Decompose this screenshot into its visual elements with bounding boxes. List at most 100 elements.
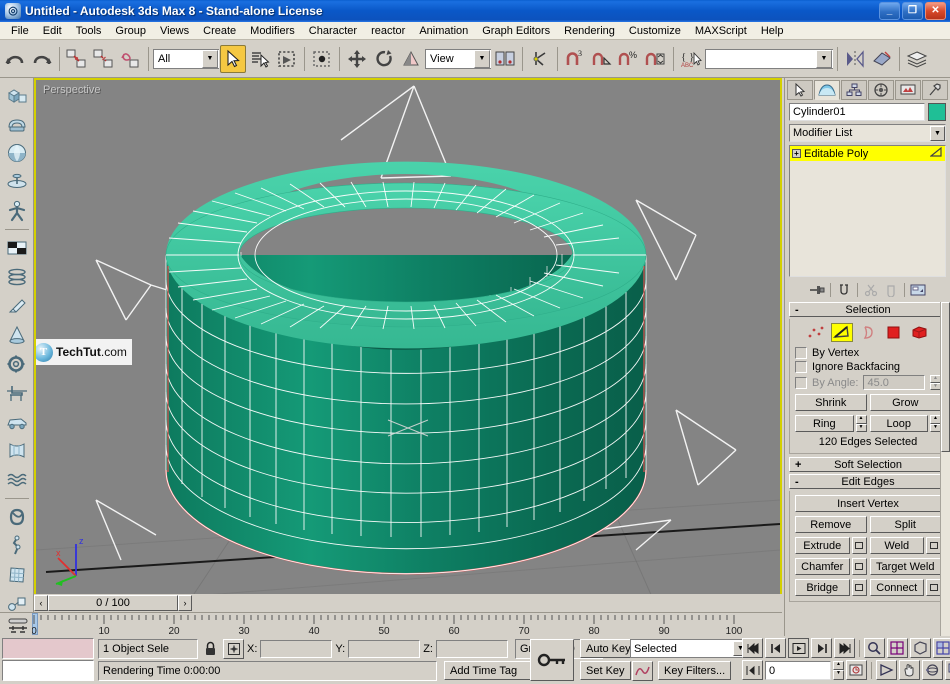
absolute-relative-transform-button[interactable] — [223, 638, 244, 659]
field-of-view-button[interactable] — [876, 660, 897, 680]
perspective-viewport[interactable]: Perspective T TechTut.com z x — [34, 78, 782, 608]
time-slider[interactable]: 0 / 100 — [48, 595, 178, 611]
display-tab[interactable] — [895, 80, 921, 100]
eraser-tool-button[interactable] — [3, 292, 31, 320]
grow-button[interactable]: Grow — [869, 394, 941, 411]
y-coord-field[interactable] — [348, 639, 421, 658]
menu-item-group[interactable]: Group — [108, 24, 153, 38]
menu-item-tools[interactable]: Tools — [69, 24, 109, 38]
menu-item-help[interactable]: Help — [754, 24, 791, 38]
modifier-stack[interactable]: + Editable Poly — [789, 145, 946, 277]
soft-selection-rollout-header[interactable]: + Soft Selection — [789, 457, 947, 472]
menu-item-file[interactable]: File — [4, 24, 36, 38]
pin-stack-button[interactable] — [808, 281, 826, 299]
window-crossing-button[interactable] — [309, 44, 335, 73]
mirror-axis-button[interactable] — [527, 44, 553, 73]
coil-spring-button[interactable] — [3, 263, 31, 291]
by-angle-checkbox[interactable] — [795, 376, 807, 389]
select-and-move-button[interactable] — [344, 44, 370, 73]
show-end-result-button[interactable] — [835, 281, 853, 299]
by-angle-field[interactable]: 45.0 — [863, 375, 925, 390]
telephone-object-button[interactable] — [3, 110, 31, 138]
zoom-button[interactable] — [864, 638, 885, 658]
connect-settings-button[interactable] — [926, 579, 941, 596]
menu-item-animation[interactable]: Animation — [412, 24, 475, 38]
spinner-snap-toggle-button[interactable] — [643, 44, 669, 73]
angle-snap-toggle-button[interactable] — [589, 44, 615, 73]
auto-key-button[interactable]: Auto Key — [580, 639, 637, 658]
remove-modifier-button[interactable] — [882, 281, 900, 299]
chair-object-button[interactable] — [3, 379, 31, 407]
listener-input-white[interactable] — [2, 660, 94, 681]
select-and-scale-button[interactable] — [398, 44, 424, 73]
car-object-button[interactable] — [3, 408, 31, 436]
spinner-up-icon[interactable]: ▲ — [833, 660, 844, 670]
rollout-toggle-icon[interactable]: + — [795, 459, 801, 471]
ignore-backfacing-checkbox-row[interactable]: Ignore Backfacing — [795, 361, 941, 373]
object-name-field[interactable]: Cylinder01 — [789, 103, 925, 121]
set-key-button[interactable]: Set Key — [580, 661, 631, 680]
create-tab[interactable] — [787, 80, 813, 100]
go-to-start-button[interactable] — [742, 638, 763, 658]
loop-button[interactable]: Loop — [869, 415, 928, 432]
time-configuration-button[interactable] — [846, 660, 867, 680]
maximize-button[interactable]: ❐ — [902, 2, 923, 20]
go-to-end-button[interactable] — [834, 638, 855, 658]
redo-button[interactable] — [29, 44, 55, 73]
remove-button[interactable]: Remove — [795, 516, 867, 533]
key-mode-toggle-button[interactable] — [742, 660, 763, 680]
use-pivot-point-center-button[interactable] — [492, 44, 518, 73]
cloth-sim-button[interactable] — [3, 561, 31, 589]
split-button[interactable]: Split — [869, 516, 941, 533]
utilities-tab[interactable] — [922, 80, 948, 100]
arc-rotate-button[interactable] — [922, 660, 943, 680]
maxscript-mini-listener[interactable] — [2, 638, 94, 682]
add-time-tag-button[interactable]: Add Time Tag — [444, 661, 532, 680]
layer-manager-button[interactable] — [904, 44, 930, 73]
select-by-name-button[interactable] — [247, 44, 273, 73]
bridge-button[interactable]: Bridge — [795, 579, 850, 596]
connect-button[interactable]: Connect — [869, 579, 924, 596]
make-unique-button[interactable] — [862, 281, 880, 299]
biped-figure-button[interactable] — [3, 197, 31, 225]
weld-settings-button[interactable] — [926, 537, 941, 554]
spinner-object-button[interactable] — [3, 168, 31, 196]
chevron-down-icon[interactable]: ▼ — [474, 49, 490, 68]
spinner-down-icon[interactable]: ▼ — [855, 423, 867, 432]
stack-item-editable-poly[interactable]: + Editable Poly — [790, 146, 945, 161]
selection-filter-combo[interactable]: All ▼ — [153, 48, 219, 69]
listener-input-pink[interactable] — [2, 638, 94, 659]
gear-tool-button[interactable] — [3, 350, 31, 378]
next-frame-arrow[interactable]: › — [178, 595, 192, 611]
select-object-button[interactable] — [220, 44, 246, 73]
rollout-toggle-icon[interactable]: - — [795, 304, 799, 316]
chevron-down-icon[interactable]: ▼ — [930, 125, 945, 141]
parameter-curve-button[interactable] — [632, 661, 653, 681]
key-filters-button[interactable]: Key Filters... — [658, 661, 732, 680]
chamfer-settings-button[interactable] — [851, 558, 867, 575]
ring-button[interactable]: Ring — [795, 415, 854, 432]
selection-lock-toggle-button[interactable] — [200, 639, 221, 659]
snap-toggle-button[interactable]: 3 — [562, 44, 588, 73]
named-selection-sets-button[interactable]: { } ABC — [678, 44, 704, 73]
modifier-list-dropdown[interactable]: Modifier List ▼ — [789, 124, 946, 142]
undo-button[interactable] — [2, 44, 28, 73]
frame-spinner[interactable]: ▲ ▼ — [833, 660, 844, 680]
chamfer-button[interactable]: Chamfer — [795, 558, 850, 575]
polygon-subobject-button[interactable] — [883, 323, 905, 342]
by-vertex-checkbox[interactable] — [795, 347, 807, 359]
extrude-settings-button[interactable] — [851, 537, 867, 554]
bridge-settings-button[interactable] — [851, 579, 867, 596]
menu-item-create[interactable]: Create — [196, 24, 243, 38]
rollout-toggle-icon[interactable]: - — [795, 476, 799, 488]
open-track-view-button[interactable] — [6, 615, 30, 635]
selection-rollout-header[interactable]: - Selection — [789, 302, 947, 317]
spinner-down-icon[interactable]: ▼ — [833, 670, 844, 680]
by-angle-row[interactable]: By Angle: 45.0 ▲ ▼ — [795, 375, 941, 390]
menu-item-graph-editors[interactable]: Graph Editors — [475, 24, 557, 38]
set-key-mode-button[interactable] — [530, 639, 574, 681]
target-weld-button[interactable]: Target Weld — [869, 558, 941, 575]
track-bar[interactable]: 0 10 20 30 40 50 60 70 80 90 100 — [0, 612, 782, 637]
menu-item-character[interactable]: Character — [302, 24, 364, 38]
edge-subobject-button[interactable] — [831, 323, 853, 342]
